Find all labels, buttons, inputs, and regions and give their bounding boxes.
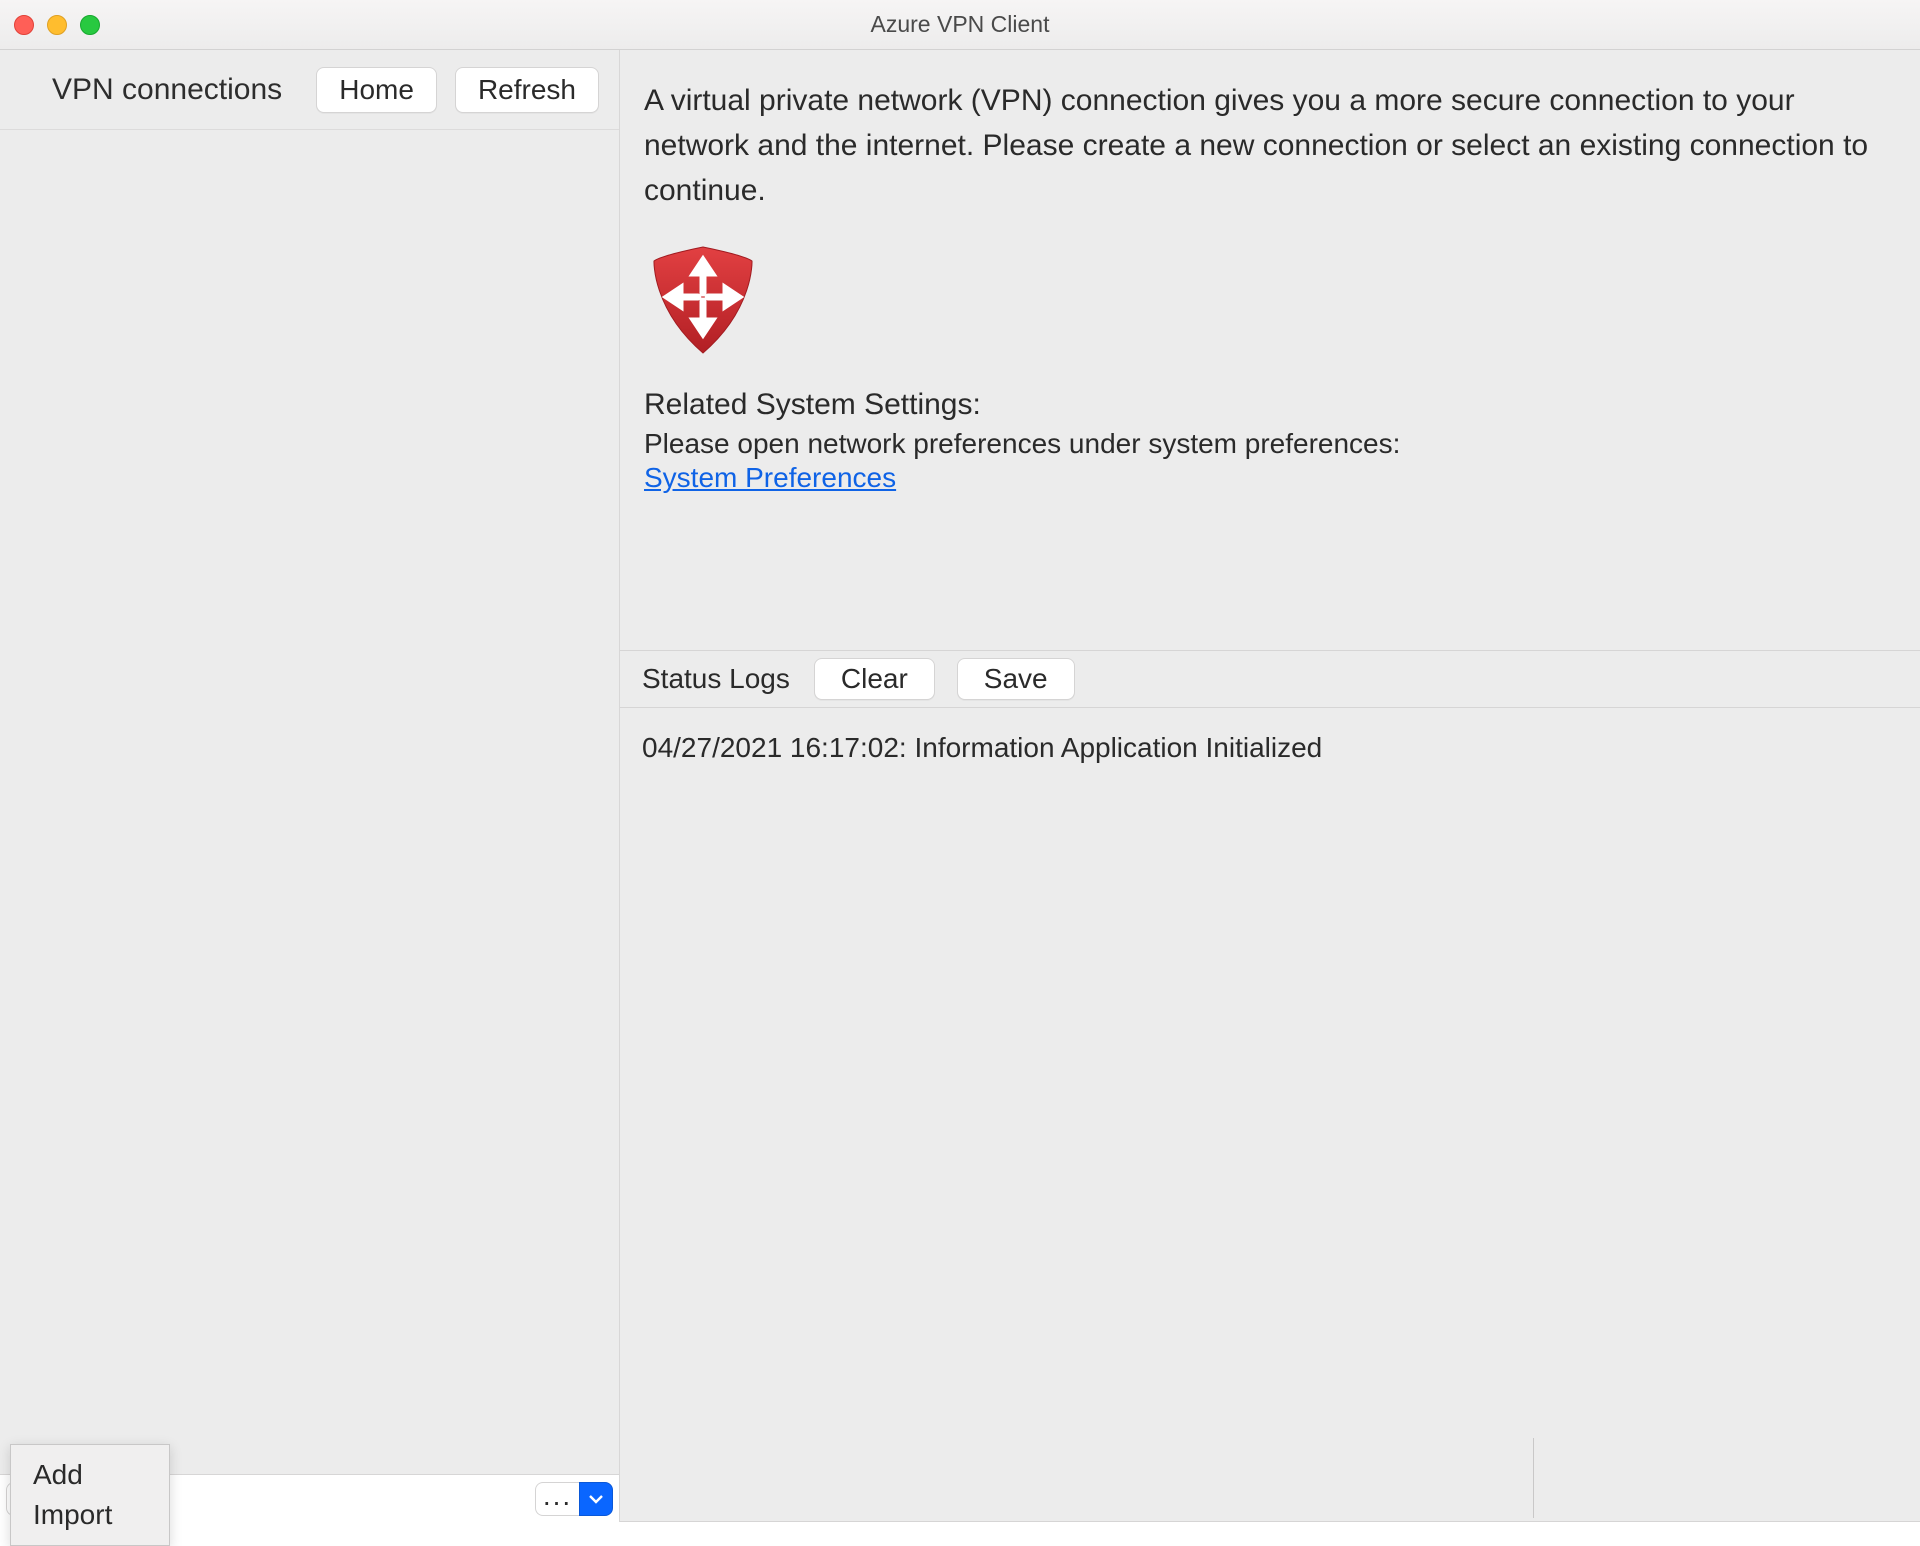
system-preferences-link[interactable]: System Preferences bbox=[644, 462, 896, 493]
home-button[interactable]: Home bbox=[316, 67, 437, 113]
intro-text: A virtual private network (VPN) connecti… bbox=[644, 78, 1896, 213]
menu-item-import[interactable]: Import bbox=[11, 1495, 169, 1535]
clear-logs-button[interactable]: Clear bbox=[814, 658, 935, 700]
more-split-button: ... bbox=[535, 1482, 613, 1516]
status-log-output: 04/27/2021 16:17:02: Information Applica… bbox=[620, 708, 1920, 1522]
sidebar: VPN connections Home Refresh + ... bbox=[0, 50, 620, 1522]
main-body: A virtual private network (VPN) connecti… bbox=[620, 50, 1920, 650]
app-window: Azure VPN Client VPN connections Home Re… bbox=[0, 0, 1920, 1522]
traffic-lights bbox=[14, 15, 100, 35]
save-logs-button[interactable]: Save bbox=[957, 658, 1075, 700]
add-menu-popup: Add Import bbox=[10, 1444, 170, 1546]
log-line: 04/27/2021 16:17:02: Information Applica… bbox=[642, 732, 1898, 764]
vpn-shield-icon bbox=[648, 243, 1896, 364]
client-area: VPN connections Home Refresh + ... bbox=[0, 50, 1920, 1522]
background-separator bbox=[1533, 1438, 1534, 1518]
status-toolbar: Status Logs Clear Save bbox=[620, 650, 1920, 708]
sidebar-header: VPN connections Home Refresh bbox=[0, 50, 619, 130]
sidebar-connections-list bbox=[0, 130, 619, 1474]
close-window-button[interactable] bbox=[14, 15, 34, 35]
menu-item-add[interactable]: Add bbox=[11, 1455, 169, 1495]
chevron-down-icon bbox=[588, 1494, 604, 1504]
sidebar-title: VPN connections bbox=[20, 73, 282, 107]
titlebar: Azure VPN Client bbox=[0, 0, 1920, 50]
zoom-window-button[interactable] bbox=[80, 15, 100, 35]
related-settings-heading: Related System Settings: bbox=[644, 388, 1896, 422]
more-dropdown-toggle[interactable] bbox=[579, 1482, 613, 1516]
minimize-window-button[interactable] bbox=[47, 15, 67, 35]
refresh-button[interactable]: Refresh bbox=[455, 67, 599, 113]
main-panel: A virtual private network (VPN) connecti… bbox=[620, 50, 1920, 1522]
window-title: Azure VPN Client bbox=[871, 11, 1050, 38]
related-settings-subtext: Please open network preferences under sy… bbox=[644, 428, 1896, 460]
more-button[interactable]: ... bbox=[535, 1482, 579, 1516]
status-logs-label: Status Logs bbox=[642, 663, 790, 695]
